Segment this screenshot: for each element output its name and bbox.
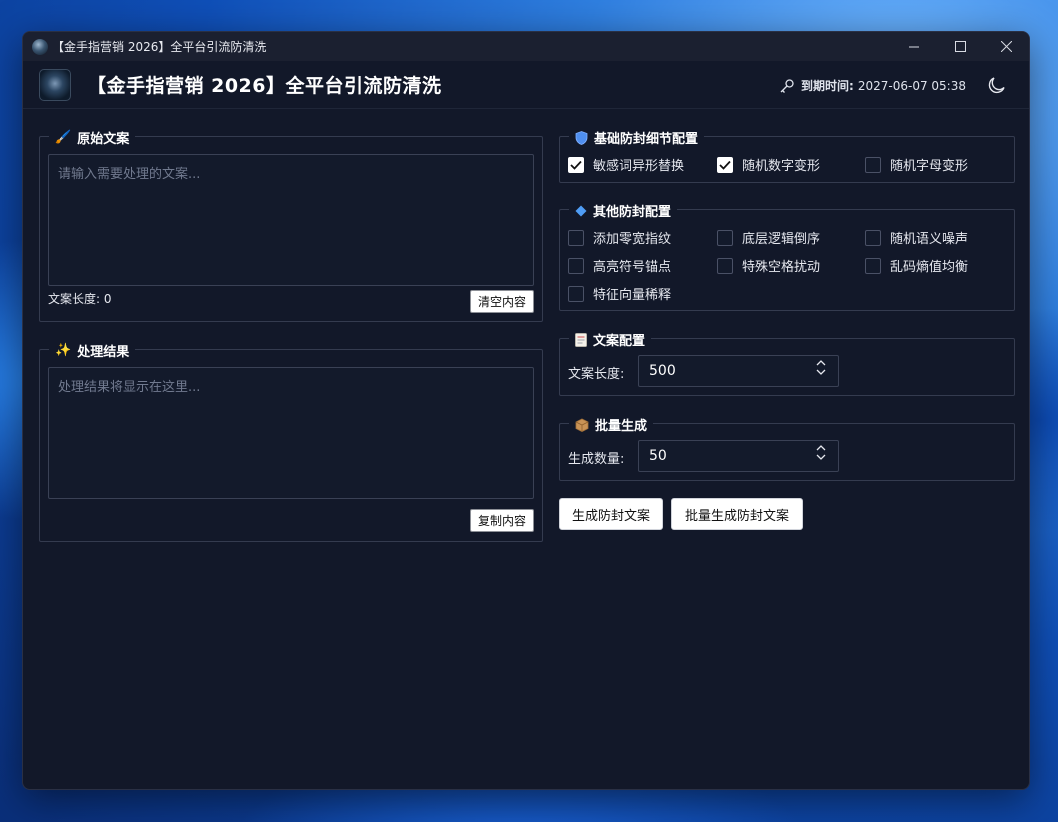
chevron-up-icon[interactable] xyxy=(816,360,826,366)
checkbox-highlight-anchor[interactable]: 高亮符号锚点 xyxy=(568,256,671,275)
other-config-legend: 其他防封配置 xyxy=(569,201,678,220)
checkbox-semantic-noise[interactable]: 随机语义噪声 xyxy=(865,228,968,247)
source-length-label: 文案长度: 0 xyxy=(48,292,112,306)
maximize-button[interactable] xyxy=(937,32,983,61)
checkbox-reverse-logic[interactable]: 底层逻辑倒序 xyxy=(717,228,820,247)
checkbox-label: 随机语义噪声 xyxy=(890,232,969,247)
checkbox-label: 敏感词异形替换 xyxy=(593,159,685,174)
checkbox-box[interactable] xyxy=(568,156,584,173)
copy-button[interactable]: 复制内容 xyxy=(470,509,534,532)
key-icon xyxy=(779,78,795,94)
app-title: 【金手指营销 2026】全平台引流防清洗 xyxy=(87,75,442,97)
maximize-icon xyxy=(954,41,966,52)
expiry-info: 到期时间: 2027-06-07 05:38 xyxy=(779,77,966,94)
checkbox-box[interactable] xyxy=(568,257,584,274)
checkbox-label: 添加零宽指纹 xyxy=(593,232,672,247)
brush-icon: 🖌️ xyxy=(55,130,72,145)
checkbox-zero-width[interactable]: 添加零宽指纹 xyxy=(568,228,671,247)
copy-length-label: 文案长度: xyxy=(568,367,625,382)
checkbox-box[interactable] xyxy=(717,229,733,246)
source-textarea[interactable] xyxy=(48,154,534,286)
theme-toggle-button[interactable] xyxy=(987,75,1007,95)
checkbox-box[interactable] xyxy=(568,285,584,302)
basic-config-legend: 基础防封细节配置 xyxy=(569,128,705,147)
copy-config-legend-text: 文案配置 xyxy=(593,334,646,349)
batch-generate-button[interactable]: 批量生成防封文案 xyxy=(671,498,803,530)
result-textarea[interactable] xyxy=(48,367,534,499)
expiry-label: 到期时间: xyxy=(801,79,854,93)
result-legend-text: 处理结果 xyxy=(77,345,130,360)
batch-count-label: 生成数量: xyxy=(568,452,625,467)
chevron-up-icon[interactable] xyxy=(816,445,826,451)
checkbox-box[interactable] xyxy=(717,156,733,173)
checkbox-label: 乱码熵值均衡 xyxy=(890,260,969,275)
checkbox-random-digit[interactable]: 随机数字变形 xyxy=(717,155,820,174)
title-bar: 【金手指营销 2026】全平台引流防清洗 xyxy=(23,32,1029,61)
window-title: 【金手指营销 2026】全平台引流防清洗 xyxy=(52,40,267,54)
checkmark-icon xyxy=(719,160,731,170)
checkbox-vector-dilute[interactable]: 特征向量稀释 xyxy=(568,284,671,303)
window-controls xyxy=(891,32,1029,61)
close-icon xyxy=(1000,41,1012,52)
checkbox-label: 特征向量稀释 xyxy=(593,288,672,303)
generate-button[interactable]: 生成防封文案 xyxy=(559,498,663,530)
checkbox-random-letter[interactable]: 随机字母变形 xyxy=(865,155,968,174)
chevron-down-icon[interactable] xyxy=(816,369,826,375)
app-window: 【金手指营销 2026】全平台引流防清洗 【金手指营销 2026】全平台引流防清… xyxy=(22,31,1030,790)
package-icon xyxy=(575,418,589,432)
minimize-icon xyxy=(909,46,919,47)
checkbox-label: 随机数字变形 xyxy=(742,159,821,174)
memo-icon xyxy=(575,332,587,347)
checkbox-sensitive-word[interactable]: 敏感词异形替换 xyxy=(568,155,684,174)
app-header: 【金手指营销 2026】全平台引流防清洗 到期时间: 2027-06-07 05… xyxy=(23,61,1029,109)
expiry-value: 2027-06-07 05:38 xyxy=(857,78,966,93)
app-icon xyxy=(32,38,48,55)
copy-length-value: 500 xyxy=(649,363,676,379)
clear-button[interactable]: 清空内容 xyxy=(470,290,534,313)
result-legend: ✨ 处理结果 xyxy=(49,341,136,360)
copy-config-legend: 文案配置 xyxy=(569,330,652,349)
basic-config-legend-text: 基础防封细节配置 xyxy=(594,132,699,147)
chevron-down-icon[interactable] xyxy=(816,454,826,460)
batch-count-spinbox[interactable]: 50 xyxy=(638,440,839,472)
checkbox-label: 底层逻辑倒序 xyxy=(742,232,821,247)
checkbox-box[interactable] xyxy=(717,257,733,274)
spin-arrows[interactable] xyxy=(816,360,826,375)
app-logo xyxy=(39,68,71,101)
sparkles-icon: ✨ xyxy=(55,343,72,358)
checkbox-label: 高亮符号锚点 xyxy=(593,260,672,275)
diamond-icon xyxy=(575,205,587,217)
source-legend: 🖌️ 原始文案 xyxy=(49,128,136,147)
moon-icon xyxy=(988,77,1005,94)
source-legend-text: 原始文案 xyxy=(77,132,130,147)
checkbox-box[interactable] xyxy=(568,229,584,246)
checkbox-box[interactable] xyxy=(865,156,881,173)
other-config-legend-text: 其他防封配置 xyxy=(593,205,672,220)
checkbox-box[interactable] xyxy=(865,229,881,246)
shield-icon xyxy=(575,130,588,145)
checkbox-label: 随机字母变形 xyxy=(890,159,969,174)
batch-count-value: 50 xyxy=(649,448,667,464)
spin-arrows[interactable] xyxy=(816,445,826,460)
close-button[interactable] xyxy=(983,32,1029,61)
checkbox-box[interactable] xyxy=(865,257,881,274)
checkmark-icon xyxy=(570,160,582,170)
batch-legend-text: 批量生成 xyxy=(595,419,648,434)
copy-length-spinbox[interactable]: 500 xyxy=(638,355,839,387)
minimize-button[interactable] xyxy=(891,32,937,61)
batch-legend: 批量生成 xyxy=(569,415,654,434)
checkbox-space-perturb[interactable]: 特殊空格扰动 xyxy=(717,256,820,275)
checkbox-label: 特殊空格扰动 xyxy=(742,260,821,275)
checkbox-entropy-balance[interactable]: 乱码熵值均衡 xyxy=(865,256,968,275)
